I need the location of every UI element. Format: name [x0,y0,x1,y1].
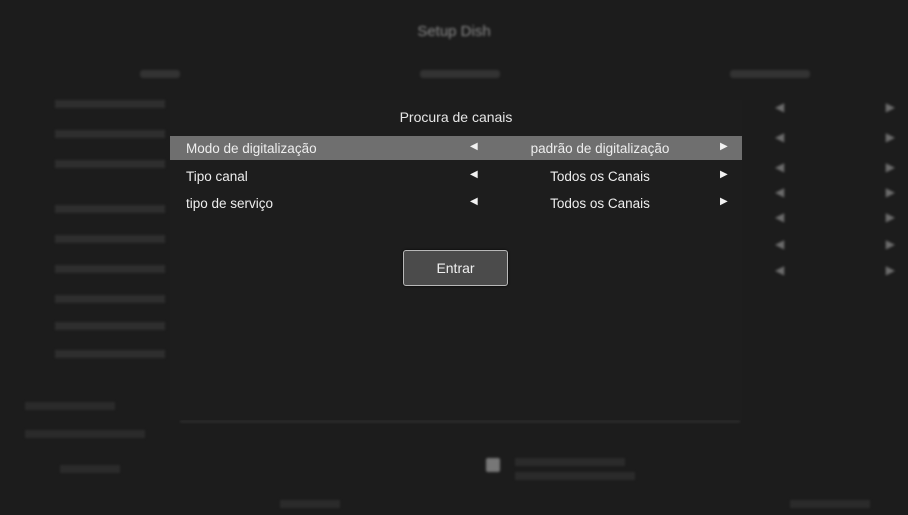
background-footer-placeholder [25,402,115,410]
background-divider [180,421,740,422]
background-row [55,350,165,358]
background-footer-placeholder [280,500,340,508]
option-scan-mode[interactable]: Modo de digitalização ◀ padrão de digita… [170,136,742,160]
arrow-left-icon[interactable]: ◀ [470,169,478,180]
background-header-placeholder [730,70,810,78]
background-right-row: ◀ ▶ [775,263,895,277]
background-footer-placeholder [25,430,145,438]
background-row [55,322,165,330]
background-right-row: ◀ ▶ [775,210,895,224]
background-right-row: ◀ ▶ [775,130,895,144]
background-footer-placeholder [60,465,120,473]
arrow-right-icon[interactable]: ▶ [720,196,728,207]
background-row [55,160,165,168]
background-right-row: ◀ ▶ [775,160,895,174]
option-label: Modo de digitalização [186,141,317,156]
background-row [55,265,165,273]
option-value: padrão de digitalização [530,141,670,156]
option-channel-type[interactable]: Tipo canal ◀ Todos os Canais ▶ [170,164,742,188]
background-row [55,100,165,108]
channel-search-dialog: Procura de canais Modo de digitalização … [170,100,742,420]
arrow-right-icon[interactable]: ▶ [720,141,728,152]
background-header-placeholder [420,70,500,78]
dialog-title: Procura de canais [399,109,513,125]
background-row [55,130,165,138]
option-label: tipo de serviço [186,196,274,211]
background-footer-placeholder [515,472,635,480]
background-header-placeholder [140,70,180,78]
background-footer-placeholder [790,500,870,508]
arrow-left-icon[interactable]: ◀ [470,141,478,152]
arrow-right-icon[interactable]: ▶ [720,169,728,180]
screen-title: Setup Dish [417,23,491,40]
background-right-row: ◀ ▶ [775,237,895,251]
option-value: Todos os Canais [550,169,650,184]
background-signal-icon [486,458,500,472]
arrow-left-icon[interactable]: ◀ [470,196,478,207]
background-row [55,295,165,303]
background-right-row: ◀ ▶ [775,185,895,199]
option-label: Tipo canal [186,169,248,184]
background-row [55,235,165,243]
enter-button[interactable]: Entrar [403,250,508,286]
option-value: Todos os Canais [550,196,650,211]
background-row [55,205,165,213]
option-service-type[interactable]: tipo de serviço ◀ Todos os Canais ▶ [170,191,742,215]
background-right-row: ◀ ▶ [775,100,895,114]
background-footer-placeholder [515,458,625,466]
